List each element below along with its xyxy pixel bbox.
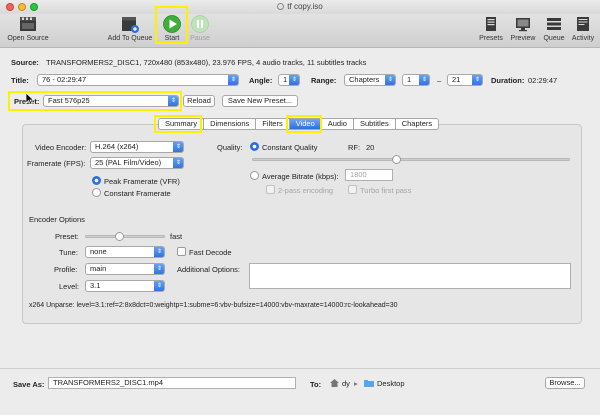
chevron-updown-icon: ⇕	[173, 158, 183, 168]
window-titlebar: tf copy.iso	[0, 0, 600, 14]
chevron-updown-icon: ⇕	[385, 75, 395, 85]
encoder-preset-slider-knob[interactable]	[115, 232, 124, 241]
open-source-button[interactable]: Open Source	[4, 14, 52, 42]
level-select[interactable]: 3.1 ⇕	[85, 280, 165, 292]
fast-decode-checkbox[interactable]	[177, 247, 186, 256]
profile-select[interactable]: main ⇕	[85, 263, 165, 275]
save-as-field[interactable]: TRANSFORMERS2_DISC1.mp4	[48, 377, 296, 389]
constant-framerate-radio[interactable]	[92, 188, 101, 197]
constant-quality-radio[interactable]	[250, 142, 259, 151]
chevron-updown-icon: ⇕	[289, 75, 299, 85]
source-info: TRANSFORMERS2_DISC1, 720x480 (853x480), …	[46, 58, 367, 67]
browse-button[interactable]: Browse...	[545, 377, 585, 389]
queue-icon	[547, 18, 561, 30]
queue-button[interactable]: Queue	[540, 14, 568, 42]
quality-slider-knob[interactable]	[392, 155, 401, 164]
framerate-select[interactable]: 25 (PAL Film/Video) ⇕	[90, 157, 184, 169]
preview-icon	[516, 18, 530, 32]
window-title: tf copy.iso	[0, 2, 600, 11]
presets-icon	[486, 17, 496, 31]
additional-options-field[interactable]	[249, 263, 571, 289]
toolbar: Open Source Add To Queue Start Pause Pre…	[0, 14, 600, 48]
tab-dimensions[interactable]: Dimensions	[204, 118, 257, 130]
tab-audio[interactable]: Audio	[321, 118, 354, 130]
chevron-updown-icon: ⇕	[154, 281, 164, 291]
reload-button[interactable]: Reload	[183, 95, 215, 107]
x264-unparse-text: x264 Unparse: level=3.1:ref=2:8x8dct=0:w…	[29, 302, 398, 309]
bottom-bar	[0, 368, 600, 415]
duration-value: 02:29:47	[528, 76, 558, 85]
chevron-updown-icon: ⇕	[419, 75, 429, 85]
tune-select[interactable]: none ⇕	[85, 246, 165, 258]
tab-filters[interactable]: Filters	[256, 118, 290, 130]
source-row: Source: TRANSFORMERS2_DISC1, 720x480 (85…	[11, 58, 367, 67]
path-separator-icon: ▸	[354, 379, 358, 388]
turbo-first-pass-checkbox[interactable]	[348, 185, 357, 194]
range-start-select[interactable]: 1 ⇕	[402, 74, 430, 86]
preview-button[interactable]: Preview	[508, 14, 538, 42]
activity-button[interactable]: Activity	[568, 14, 598, 42]
encoder-options-heading: Encoder Options	[29, 215, 85, 224]
video-tab-highlight	[286, 115, 322, 133]
quality-slider[interactable]	[252, 158, 570, 161]
bitrate-field[interactable]: 1800	[345, 169, 393, 181]
home-icon	[330, 379, 339, 387]
pause-button[interactable]: Pause	[188, 14, 212, 42]
preset-highlight	[8, 91, 182, 111]
activity-icon	[577, 17, 589, 31]
chevron-updown-icon: ⇕	[228, 75, 238, 85]
add-queue-icon	[122, 17, 139, 33]
settings-panel	[22, 124, 582, 324]
chevron-updown-icon: ⇕	[154, 264, 164, 274]
encoder-preset-value: fast	[170, 232, 183, 241]
film-clapper-icon	[20, 17, 36, 31]
disc-icon	[277, 3, 285, 10]
average-bitrate-radio[interactable]	[250, 171, 259, 180]
summary-tab-highlight	[154, 115, 202, 133]
mouse-cursor-icon	[26, 93, 34, 105]
pause-icon	[191, 15, 209, 33]
chevron-updown-icon: ⇕	[154, 247, 164, 257]
video-encoder-select[interactable]: H.264 (x264) ⇕	[90, 141, 184, 153]
folder-icon	[364, 380, 374, 387]
chevron-updown-icon: ⇕	[472, 75, 482, 85]
title-select[interactable]: 76 - 02:29:47 ⇕	[37, 74, 239, 86]
encoder-preset-slider[interactable]	[85, 235, 165, 238]
title-row: Title: 76 - 02:29:47 ⇕ Angle: 1 ⇕ Range:…	[11, 74, 558, 86]
start-highlight	[155, 6, 188, 44]
two-pass-checkbox[interactable]	[266, 185, 275, 194]
peak-framerate-radio[interactable]	[92, 176, 101, 185]
range-end-select[interactable]: 21 ⇕	[447, 74, 483, 86]
chevron-updown-icon: ⇕	[173, 142, 183, 152]
tab-subtitles[interactable]: Subtitles	[353, 118, 396, 130]
rf-value: 20	[366, 143, 375, 152]
tab-chapters[interactable]: Chapters	[395, 118, 440, 130]
add-to-queue-button[interactable]: Add To Queue	[104, 14, 156, 42]
range-type-select[interactable]: Chapters ⇕	[344, 74, 396, 86]
angle-select[interactable]: 1 ⇕	[278, 74, 300, 86]
save-new-preset-button[interactable]: Save New Preset...	[222, 95, 298, 107]
presets-button[interactable]: Presets	[476, 14, 506, 42]
